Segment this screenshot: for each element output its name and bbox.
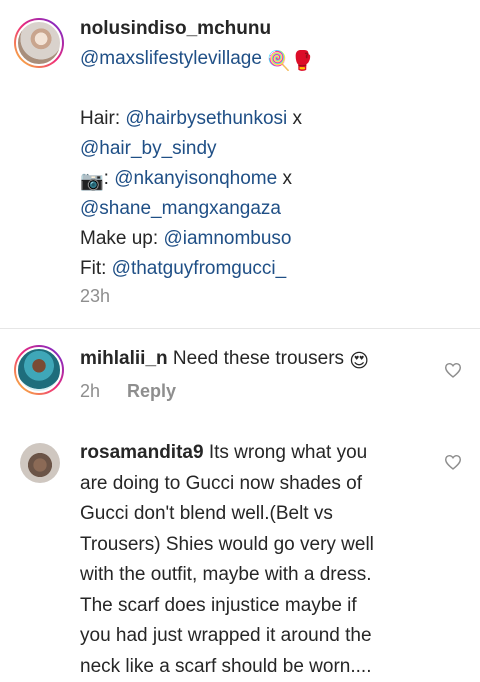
commenter-avatar[interactable] (20, 443, 60, 483)
comment-timestamp: 2h (80, 381, 101, 401)
comment-line: are doing to Gucci now shades of (80, 472, 363, 494)
mention-link[interactable]: @hairbysethunkosi (125, 108, 287, 129)
mention-link[interactable]: @nkanyisonqhome (114, 168, 277, 189)
comment-meta: 2h Reply (80, 381, 176, 402)
mention-link[interactable]: @maxslifestylevillage (80, 48, 262, 69)
caption-line: Fit: @thatguyfromgucci_ (80, 254, 470, 284)
caption-line: 📷: @nkanyisonqhome x (80, 164, 470, 194)
lollipop-boxing-emoji: 🍭🥊 (267, 51, 315, 72)
caption-line: Make up: @iamnombuso (80, 224, 470, 254)
comment-text: mihlalii_n Need these trousers 😍 (80, 344, 430, 377)
mention-link[interactable]: @hair_by_sindy (80, 138, 217, 159)
comment-line: neck like a scarf should be worn.... (80, 655, 372, 677)
comment-line: rosamandita9 Its wrong what you (80, 438, 430, 469)
post-caption: nolusindiso_mchunu @maxslifestylevillage… (0, 0, 480, 328)
caption-line: @maxslifestylevillage 🍭🥊 (80, 44, 470, 74)
caption-line: @hair_by_sindy (80, 134, 470, 164)
commenter-username[interactable]: mihlalii_n (80, 348, 168, 369)
comment-line: Gucci don't blend well.(Belt vs (80, 503, 333, 524)
comment-line: The scarf does injustice maybe if (80, 594, 357, 616)
comment-body: Need these trousers (172, 348, 345, 369)
caption-suffix: x (287, 108, 303, 129)
reply-button[interactable]: Reply (127, 381, 176, 401)
commenter-username[interactable]: rosamandita9 (80, 442, 204, 463)
heart-eyes-emoji: 😍 (349, 351, 370, 372)
camera-emoji: 📷 (80, 171, 104, 192)
caption-label: : (103, 168, 115, 189)
mention-link[interactable]: @thatguyfromgucci_ (112, 258, 287, 279)
comment-line: you had just wrapped it around the (80, 625, 372, 646)
heart-outline-icon[interactable] (444, 362, 462, 378)
comment-line: Trousers) Shies would go very well (80, 533, 374, 555)
caption-label: Hair: (80, 108, 126, 129)
comment-body: Its wrong what you (208, 442, 368, 463)
caption-body: nolusindiso_mchunu @maxslifestylevillage… (80, 14, 470, 284)
caption-line: Hair: @hairbysethunkosi x (80, 104, 470, 134)
comment-line: with the outfit, maybe with a dress. (80, 564, 372, 585)
caption-author-avatar[interactable] (14, 18, 64, 68)
caption-line: @shane_mangxangaza (80, 194, 470, 224)
caption-author-username[interactable]: nolusindiso_mchunu (80, 18, 271, 39)
mention-link[interactable]: @shane_mangxangaza (80, 198, 281, 219)
caption-label: Make up: (80, 228, 164, 249)
caption-suffix: x (277, 168, 292, 189)
divider (0, 328, 480, 329)
heart-outline-icon[interactable] (444, 454, 462, 470)
caption-timestamp: 23h (80, 286, 111, 306)
commenter-avatar[interactable] (14, 345, 64, 395)
caption-label: Fit: (80, 258, 112, 279)
comment-text: rosamandita9 Its wrong what you are doin… (80, 438, 430, 682)
mention-link[interactable]: @iamnombuso (163, 228, 291, 249)
